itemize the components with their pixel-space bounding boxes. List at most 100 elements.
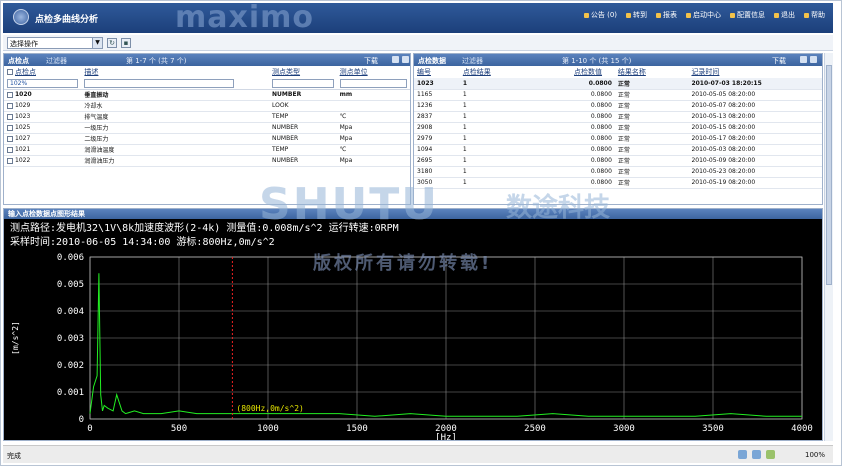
select-all-checkbox[interactable]	[7, 69, 13, 75]
nav-profile[interactable]: 配置信息	[730, 10, 765, 20]
right-pager: 第 1-10 个 (共 15 个)	[562, 57, 632, 65]
nav-bulletin[interactable]: 公告 (0)	[583, 10, 617, 20]
table-row[interactable]: 2837 1 0.0800 正常 2010-05-13 08:20:00	[414, 111, 822, 123]
col-header-point[interactable]: 点检点	[4, 66, 81, 78]
inspection-points-table: 点检点 描述 测点类型 测点单位 102% 1020 垂直振动 NUMBER mm 1…	[4, 66, 410, 167]
table-row[interactable]: 1029 冷却水 LOOK	[4, 100, 410, 112]
vertical-scrollbar[interactable]	[824, 53, 833, 441]
left-pager: 第 1-7 个 (共 7 个)	[126, 57, 187, 65]
desc-filter-input[interactable]	[84, 78, 235, 88]
y-tick-label: 0.003	[57, 334, 84, 344]
x-tick-label: 0	[87, 424, 92, 434]
app-header: 点检多曲线分析 maximo 公告 (0) 转到 报表 启动中心 配置信息 退出…	[3, 3, 833, 33]
table-row[interactable]: 2979 1 0.0800 正常 2010-05-17 08:20:00	[414, 133, 822, 145]
col-header-desc[interactable]: 描述	[81, 66, 269, 78]
table-row[interactable]: 2908 1 0.0800 正常 2010-05-15 08:20:00	[414, 122, 822, 134]
left-panel-header: 点检点 过滤器 第 1-7 个 (共 7 个) 下载	[4, 54, 410, 66]
table-row[interactable]: 1020 垂直振动 NUMBER mm	[4, 89, 410, 101]
col-header-result[interactable]: 点检结果	[460, 66, 571, 78]
table-row[interactable]: 1165 1 0.0800 正常 2010-05-05 08:20:00	[414, 89, 822, 101]
table-row[interactable]: 2695 1 0.0800 正常 2010-05-09 08:20:00	[414, 155, 822, 167]
table-row[interactable]: 1022 润滑油压力 NUMBER Mpa	[4, 155, 410, 167]
right-panel-title: 点检数据	[418, 57, 446, 65]
right-download-button[interactable]: 下载	[772, 56, 786, 66]
x-tick-label: 3000	[613, 424, 635, 434]
top-nav: 公告 (0) 转到 报表 启动中心 配置信息 退出 帮助	[583, 10, 825, 20]
left-download-button[interactable]: 下载	[364, 56, 378, 66]
x-tick-label: 1000	[257, 424, 279, 434]
refresh-icon[interactable]: ↻	[107, 38, 117, 48]
x-tick-label: 500	[171, 424, 187, 434]
left-help-icon[interactable]	[392, 56, 399, 63]
row-checkbox[interactable]	[7, 135, 13, 142]
status-text: 完成	[7, 452, 21, 460]
row-checkbox[interactable]	[7, 102, 13, 109]
table-row[interactable]: 1023 1 0.0800 正常 2010-07-03 18:20:15	[414, 78, 822, 90]
y-tick-label: 0.006	[57, 253, 84, 263]
type-filter-input[interactable]	[272, 78, 334, 88]
logout-icon	[774, 12, 779, 18]
goto-icon	[626, 12, 631, 18]
col-header-value[interactable]: 点检数值	[571, 66, 615, 78]
right-help-icon[interactable]	[800, 56, 807, 63]
inspection-points-panel: 点检点 过滤器 第 1-7 个 (共 7 个) 下载 点检点 描述 测点类型 测…	[3, 53, 411, 205]
zoom-level[interactable]: 100%	[805, 451, 825, 459]
select-action-dropdown[interactable]: 选择操作 ▼	[7, 37, 103, 49]
row-checkbox[interactable]	[7, 91, 13, 98]
action-toolbar: 选择操作 ▼ ↻ ▪	[3, 35, 833, 51]
x-tick-label: 3500	[702, 424, 724, 434]
status-bar: 完成 100%	[3, 445, 833, 463]
table-row[interactable]: 3180 1 0.0800 正常 2010-05-23 08:20:00	[414, 166, 822, 178]
nav-help[interactable]: 帮助	[804, 10, 825, 20]
nav-reports[interactable]: 报表	[656, 10, 677, 20]
row-checkbox[interactable]	[7, 124, 13, 131]
x-tick-label: 1500	[346, 424, 368, 434]
nav-start-center[interactable]: 启动中心	[686, 10, 721, 20]
security-icon	[738, 450, 747, 459]
y-tick-label: 0.001	[57, 388, 84, 398]
table-row[interactable]: 1027 二级压力 NUMBER Mpa	[4, 133, 410, 145]
row-checkbox[interactable]	[7, 146, 13, 153]
page-title: 点检多曲线分析	[35, 15, 99, 25]
left-filter-button[interactable]: 过滤器	[46, 56, 67, 66]
nav-goto[interactable]: 转到	[626, 10, 647, 20]
table-row[interactable]: 1236 1 0.0800 正常 2010-05-07 08:20:00	[414, 100, 822, 112]
right-panel-header: 点检数据 过滤器 第 1-10 个 (共 15 个) 下载	[414, 54, 822, 66]
inspection-data-panel: 点检数据 过滤器 第 1-10 个 (共 15 个) 下载 编号 点检结果 点检…	[413, 53, 823, 205]
left-collapse-icon[interactable]	[402, 56, 409, 63]
save-icon[interactable]: ▪	[121, 38, 131, 48]
col-header-result-name[interactable]: 结果名称	[615, 66, 689, 78]
col-header-time[interactable]: 记录时间	[688, 66, 822, 78]
x-tick-label: 4000	[791, 424, 813, 434]
row-checkbox[interactable]	[7, 157, 13, 164]
chart-grid	[89, 256, 803, 420]
y-tick-label: 0	[79, 415, 84, 425]
row-checkbox[interactable]	[7, 113, 13, 120]
app-logo-icon	[13, 9, 29, 25]
table-row[interactable]: 1023 排气温度 TEMP ℃	[4, 111, 410, 123]
reports-icon	[656, 12, 661, 18]
x-tick-label: 2500	[524, 424, 546, 434]
chart-x-label: [Hz]	[435, 433, 457, 441]
table-row[interactable]: 1094 1 0.0800 正常 2010-05-03 08:20:00	[414, 144, 822, 156]
right-collapse-icon[interactable]	[810, 56, 817, 63]
table-row[interactable]: 1021 润滑油温度 TEMP ℃	[4, 144, 410, 156]
chart-panel-title: 输入点检数据点图形结果	[4, 209, 822, 219]
chart-info-line-1: 测点路径:发电机32\1V\8k加速度波形(2-4k) 测量值:0.008m/s…	[10, 221, 399, 234]
spectrum-chart: 测点路径:发电机32\1V\8k加速度波形(2-4k) 测量值:0.008m/s…	[10, 221, 813, 441]
nav-logout[interactable]: 退出	[774, 10, 795, 20]
table-row[interactable]: 1025 一级压力 NUMBER Mpa	[4, 122, 410, 134]
chart-y-label: [m/s^2]	[11, 321, 20, 355]
col-header-id[interactable]: 编号	[414, 66, 460, 78]
browser-frame: 点检多曲线分析 maximo 公告 (0) 转到 报表 启动中心 配置信息 退出…	[0, 0, 842, 466]
profile-icon	[730, 12, 735, 18]
col-header-unit[interactable]: 测点单位	[337, 66, 410, 78]
col-header-type[interactable]: 测点类型	[269, 66, 337, 78]
unit-filter-input[interactable]	[339, 78, 407, 88]
start-center-icon	[686, 12, 691, 18]
table-row[interactable]: 3050 1 0.0800 正常 2010-05-19 08:20:00	[414, 177, 822, 189]
scrollbar-thumb[interactable]	[826, 65, 832, 285]
point-filter-input[interactable]: 102%	[7, 78, 79, 88]
right-filter-button[interactable]: 过滤器	[462, 56, 483, 66]
inspection-data-table: 编号 点检结果 点检数值 结果名称 记录时间 1023 1 0.0800 正常 2010…	[414, 66, 822, 189]
